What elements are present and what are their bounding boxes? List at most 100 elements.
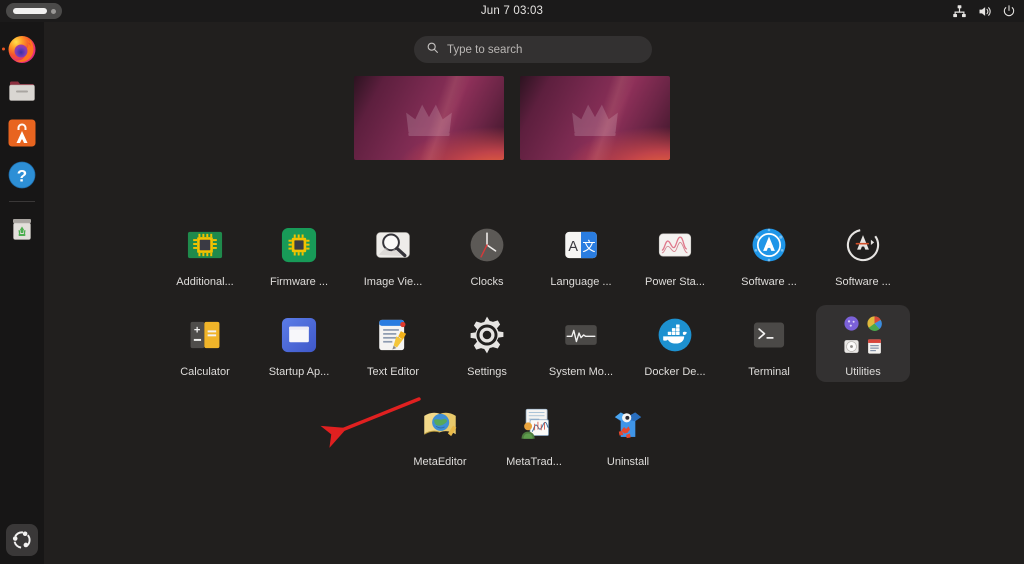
app-label: Startup Ap... bbox=[268, 366, 330, 378]
svg-text:+: + bbox=[194, 325, 201, 337]
svg-text:文: 文 bbox=[582, 239, 595, 255]
dock-item-firefox[interactable] bbox=[1, 28, 43, 70]
app-label: Software ... bbox=[835, 276, 891, 288]
app-label: System Mo... bbox=[548, 366, 614, 378]
folder-preview-grid bbox=[841, 313, 885, 357]
top-bar: Jun 7 03:03 bbox=[0, 0, 1024, 22]
app-software-updater[interactable]: Software ... bbox=[816, 215, 910, 292]
app-label: Utilities bbox=[845, 366, 881, 378]
gear-icon bbox=[463, 311, 511, 359]
mini-icon-disk bbox=[841, 337, 862, 358]
app-language-support[interactable]: A 文 Language ... bbox=[534, 215, 628, 292]
app-software[interactable]: Software ... bbox=[722, 215, 816, 292]
app-label: Language ... bbox=[550, 276, 612, 288]
app-label: Additional... bbox=[176, 276, 234, 288]
translate-icon: A 文 bbox=[557, 221, 605, 269]
dock-separator bbox=[9, 201, 35, 202]
software-updater-icon bbox=[839, 221, 887, 269]
search-icon bbox=[426, 41, 439, 59]
app-label: Docker De... bbox=[644, 366, 706, 378]
dock-item-ubuntu-software[interactable] bbox=[1, 112, 43, 154]
network-icon[interactable] bbox=[952, 4, 967, 19]
power-icon[interactable] bbox=[1002, 4, 1016, 18]
svg-text:?: ? bbox=[17, 167, 27, 186]
ubuntu-software-icon bbox=[6, 117, 38, 149]
ubuntu-software-icon bbox=[745, 221, 793, 269]
app-label: MetaTrad... bbox=[506, 456, 562, 468]
system-status-area[interactable] bbox=[952, 0, 1016, 22]
mini-icon-disk-usage bbox=[865, 313, 886, 334]
app-label: Clocks bbox=[470, 276, 504, 288]
app-grid-row: MetaEditor MetaTrad... Uninstall bbox=[44, 395, 1024, 472]
chip-square-icon bbox=[275, 221, 323, 269]
workspace-thumbnail-1[interactable] bbox=[354, 76, 504, 160]
app-docker-desktop[interactable]: Docker De... bbox=[628, 305, 722, 382]
app-label: Terminal bbox=[748, 366, 790, 378]
desktop-overview: Jun 7 03:03 ? Type to search Additional.… bbox=[0, 0, 1024, 564]
app-folder-utilities[interactable]: Utilities bbox=[816, 305, 910, 382]
app-system-monitor[interactable]: System Mo... bbox=[534, 305, 628, 382]
firefox-icon bbox=[6, 33, 38, 65]
app-calculator[interactable]: + Calculator bbox=[158, 305, 252, 382]
svg-text:A: A bbox=[568, 239, 578, 255]
folder-utilities-icon bbox=[839, 311, 887, 359]
app-terminal[interactable]: Terminal bbox=[722, 305, 816, 382]
application-grid: Additional... Firmware ... Image Vie... … bbox=[44, 215, 1024, 485]
dock-item-help[interactable]: ? bbox=[1, 154, 43, 196]
mini-icon-disks bbox=[841, 313, 862, 334]
chip-board-icon bbox=[181, 221, 229, 269]
ubuntu-crown-icon bbox=[406, 104, 452, 136]
help-question-icon: ? bbox=[6, 159, 38, 191]
clock-icon bbox=[463, 221, 511, 269]
app-label: Image Vie... bbox=[363, 276, 423, 288]
startup-apps-icon bbox=[275, 311, 323, 359]
clock-label: Jun 7 03:03 bbox=[480, 5, 544, 17]
docker-whale-icon bbox=[651, 311, 699, 359]
app-grid-row: Additional... Firmware ... Image Vie... … bbox=[44, 215, 1024, 292]
app-clocks[interactable]: Clocks bbox=[440, 215, 534, 292]
app-startup-applications[interactable]: Startup Ap... bbox=[252, 305, 346, 382]
app-additional-drivers[interactable]: Additional... bbox=[158, 215, 252, 292]
text-editor-icon bbox=[369, 311, 417, 359]
metatrader-icon bbox=[510, 401, 558, 449]
volume-icon[interactable] bbox=[977, 4, 992, 19]
search-input[interactable]: Type to search bbox=[414, 36, 652, 63]
app-metaeditor[interactable]: MetaEditor bbox=[393, 395, 487, 472]
app-metatrader[interactable]: MetaTrad... bbox=[487, 395, 581, 472]
ubuntu-circle-of-friends-icon bbox=[12, 531, 31, 549]
uninstall-icon bbox=[604, 401, 652, 449]
workspace-thumbnail-2[interactable] bbox=[520, 76, 670, 160]
app-image-viewer[interactable]: Image Vie... bbox=[346, 215, 440, 292]
metaeditor-icon bbox=[416, 401, 464, 449]
workspace-thumbnails bbox=[0, 76, 1024, 160]
app-label: Uninstall bbox=[606, 456, 650, 468]
app-uninstall[interactable]: Uninstall bbox=[581, 395, 675, 472]
app-label: Power Sta... bbox=[645, 276, 705, 288]
app-label: MetaEditor bbox=[413, 456, 467, 468]
app-label: Settings bbox=[467, 366, 507, 378]
app-label: Software ... bbox=[741, 276, 797, 288]
magnifier-photo-icon bbox=[369, 221, 417, 269]
terminal-icon bbox=[745, 311, 793, 359]
clock-button[interactable]: Jun 7 03:03 bbox=[0, 0, 1024, 22]
dock-item-files[interactable] bbox=[1, 70, 43, 112]
system-monitor-icon bbox=[557, 311, 605, 359]
files-folder-icon bbox=[6, 75, 38, 107]
dock: ? bbox=[0, 22, 44, 564]
ubuntu-crown-icon bbox=[572, 104, 618, 136]
app-label: Firmware ... bbox=[269, 276, 329, 288]
app-power-statistics[interactable]: Power Sta... bbox=[628, 215, 722, 292]
app-grid-row: + Calculator Startup Ap... Text Editor S… bbox=[44, 305, 1024, 382]
show-applications-button[interactable] bbox=[6, 524, 38, 556]
running-indicator-dot bbox=[2, 47, 5, 51]
app-label: Calculator bbox=[180, 366, 230, 378]
dock-item-trash[interactable] bbox=[1, 208, 43, 250]
app-settings[interactable]: Settings bbox=[440, 305, 534, 382]
app-firmware-updater[interactable]: Firmware ... bbox=[252, 215, 346, 292]
calculator-icon: + bbox=[181, 311, 229, 359]
app-text-editor[interactable]: Text Editor bbox=[346, 305, 440, 382]
trash-icon bbox=[6, 213, 38, 245]
search-placeholder: Type to search bbox=[447, 43, 523, 56]
app-label: Text Editor bbox=[367, 366, 419, 378]
power-graph-icon bbox=[651, 221, 699, 269]
